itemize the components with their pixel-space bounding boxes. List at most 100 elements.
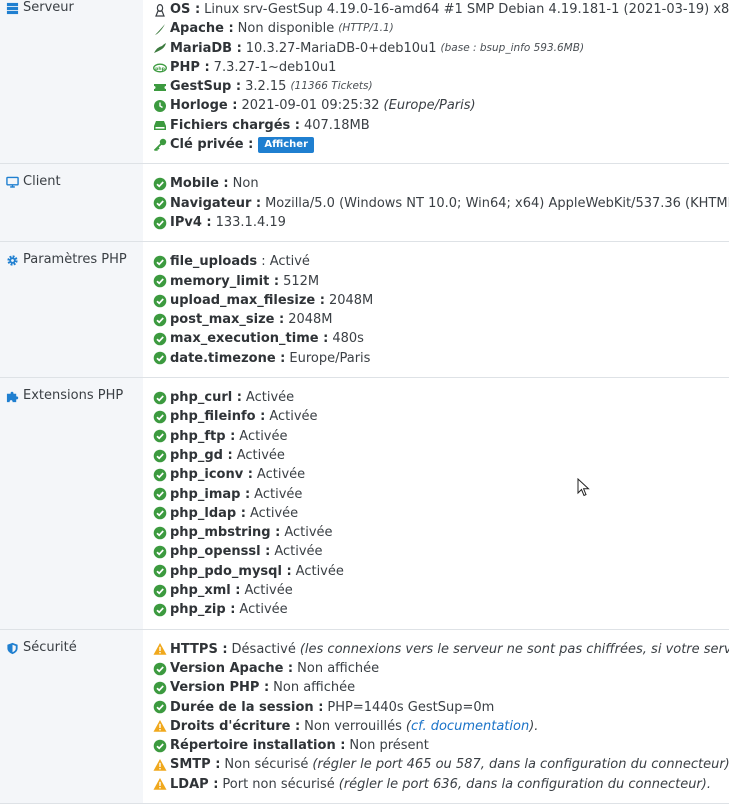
row-value: 512M bbox=[283, 273, 320, 289]
row-key: Horloge : bbox=[170, 98, 238, 114]
section-label-securite: Sécurité bbox=[0, 629, 143, 803]
check-circle-icon bbox=[153, 603, 167, 617]
section-label-serveur: Serveur bbox=[0, 0, 143, 164]
row-php-zip: php_zip : Activée bbox=[153, 600, 729, 619]
row-php-curl: php_curl : Activée bbox=[153, 388, 729, 407]
row-value: 407.18MB bbox=[303, 117, 370, 133]
check-circle-icon bbox=[153, 526, 167, 540]
row-value: 133.1.4.19 bbox=[215, 214, 286, 230]
row-value: 3.2.15 bbox=[245, 79, 287, 95]
row-key: Clé privée : bbox=[170, 137, 254, 153]
row-php-ftp: php_ftp : Activée bbox=[153, 427, 729, 446]
row-key: php_iconv : bbox=[170, 467, 253, 483]
row-php-xml: php_xml : Activée bbox=[153, 581, 729, 600]
row-key: php_mbstring : bbox=[170, 525, 281, 541]
show-private-key-button[interactable]: Afficher bbox=[258, 136, 315, 153]
row-key: php_openssl : bbox=[170, 544, 271, 560]
row-fichiers: Fichiers chargés : 407.18MB bbox=[153, 116, 729, 135]
section-serveur: Serveur OS : Linux srv-GestSup 4.19.0-16… bbox=[0, 0, 729, 165]
row-key: upload_max_filesize : bbox=[170, 292, 325, 308]
check-circle-icon bbox=[153, 487, 167, 501]
row-php-fileinfo: php_fileinfo : Activée bbox=[153, 407, 729, 426]
section-extensions-php: Extensions PHP php_curl : Activée php_fi… bbox=[0, 378, 729, 630]
warning-icon bbox=[153, 643, 167, 656]
row-note: (base : bsup_info 593.6MB) bbox=[440, 41, 585, 54]
server-icon bbox=[6, 2, 19, 15]
row-value: 2048M bbox=[288, 312, 333, 328]
row-value: 7.3.27-1~deb10u1 bbox=[213, 59, 337, 75]
row-key: IPv4 : bbox=[170, 214, 212, 230]
puzzle-icon bbox=[6, 391, 19, 403]
check-circle-icon bbox=[153, 391, 167, 404]
row-key: php_pdo_mysql : bbox=[170, 563, 292, 579]
check-circle-icon bbox=[153, 216, 167, 229]
check-circle-icon bbox=[153, 177, 167, 191]
check-circle-icon bbox=[153, 507, 167, 520]
row-key: Fichiers chargés : bbox=[170, 117, 300, 133]
row-file-uploads: file_uploads : Activé bbox=[153, 252, 729, 271]
warning-icon bbox=[153, 759, 167, 771]
row-value: Activée bbox=[254, 486, 303, 502]
row-value: Non affichée bbox=[273, 680, 356, 696]
section-securite: Sécurité HTTPS : Désactivé (les connexio… bbox=[0, 629, 729, 804]
section-label-parametres-php: Paramètres PHP bbox=[0, 242, 143, 378]
row-php-imap: php_imap : Activée bbox=[153, 485, 729, 504]
row-mariadb: MariaDB : 10.3.27-MariaDB-0+deb10u1 (bas… bbox=[153, 39, 729, 58]
row-value: Activée bbox=[295, 563, 344, 579]
row-max-execution-time: max_execution_time : 480s bbox=[153, 329, 729, 348]
section-title: Paramètres PHP bbox=[23, 252, 127, 268]
check-circle-icon bbox=[153, 274, 167, 288]
row-value: Non affichée bbox=[297, 660, 380, 676]
check-circle-icon bbox=[153, 584, 167, 597]
row-value: PHP=1440s GestSup=0m bbox=[327, 699, 495, 715]
row-os: OS : Linux srv-GestSup 4.19.0-16-amd64 #… bbox=[153, 0, 729, 19]
row-note: (11366 Tickets) bbox=[290, 80, 373, 93]
row-note: (HTTP/1.1) bbox=[338, 22, 394, 35]
check-circle-icon bbox=[153, 739, 167, 753]
documentation-link[interactable]: cf. documentation bbox=[411, 717, 529, 736]
svg-text:php: php bbox=[155, 65, 165, 71]
row-value: Activée bbox=[284, 525, 333, 541]
row-date-timezone: date.timezone : Europe/Paris bbox=[153, 349, 729, 368]
row-php-openssl: php_openssl : Activée bbox=[153, 542, 729, 561]
row-apache: Apache : Non disponible (HTTP/1.1) bbox=[153, 19, 729, 38]
row-key: memory_limit : bbox=[170, 273, 280, 289]
row-navigateur: Navigateur : Mozilla/5.0 (Windows NT 10.… bbox=[153, 194, 729, 213]
row-upload-max-filesize: upload_max_filesize : 2048M bbox=[153, 291, 729, 310]
row-key: max_execution_time : bbox=[170, 331, 329, 347]
row-value: Port non sécurisé bbox=[222, 776, 335, 792]
row-value: : Activé bbox=[261, 254, 310, 270]
row-key: Version Apache : bbox=[170, 660, 294, 676]
section-parametres-php: Paramètres PHP file_uploads : Activé mem… bbox=[0, 242, 729, 379]
row-php-iconv: php_iconv : Activée bbox=[153, 465, 729, 484]
row-note: (régler le port 465 ou 587, dans la conf… bbox=[312, 757, 729, 773]
row-php-ldap: php_ldap : Activée bbox=[153, 504, 729, 523]
row-key: php_imap : bbox=[170, 486, 251, 502]
row-value: 10.3.27-MariaDB-0+deb10u1 bbox=[245, 40, 437, 56]
row-key: php_curl : bbox=[170, 390, 242, 406]
gear-icon bbox=[7, 255, 18, 266]
shield-icon bbox=[7, 642, 18, 654]
section-label-client: Client bbox=[0, 164, 143, 242]
row-value: 2021-09-01 09:25:32 bbox=[241, 98, 380, 114]
check-circle-icon bbox=[153, 449, 167, 462]
row-key: LDAP : bbox=[170, 776, 219, 792]
check-circle-icon bbox=[153, 410, 167, 424]
check-circle-icon bbox=[153, 294, 167, 307]
row-value: Activée bbox=[274, 544, 323, 560]
row-key: SMTP : bbox=[170, 757, 221, 773]
warning-icon bbox=[153, 778, 167, 791]
mariadb-icon bbox=[154, 43, 166, 54]
row-memory-limit: memory_limit : 512M bbox=[153, 272, 729, 291]
row-key: php_gd : bbox=[170, 447, 233, 463]
mouse-cursor-icon bbox=[577, 478, 590, 497]
row-value: Non présent bbox=[349, 738, 429, 754]
row-cle-privee: Clé privée : Afficher bbox=[153, 135, 729, 154]
row-gestsup: GestSup : 3.2.15 (11366 Tickets) bbox=[153, 77, 729, 96]
row-value: Activée bbox=[244, 583, 293, 599]
section-title: Extensions PHP bbox=[23, 388, 124, 404]
row-php-mbstring: php_mbstring : Activée bbox=[153, 523, 729, 542]
row-note: (régler le port 636, dans la configurati… bbox=[338, 776, 711, 792]
clock-icon bbox=[154, 100, 166, 113]
row-smtp: SMTP : Non sécurisé (régler le port 465 … bbox=[153, 755, 729, 774]
